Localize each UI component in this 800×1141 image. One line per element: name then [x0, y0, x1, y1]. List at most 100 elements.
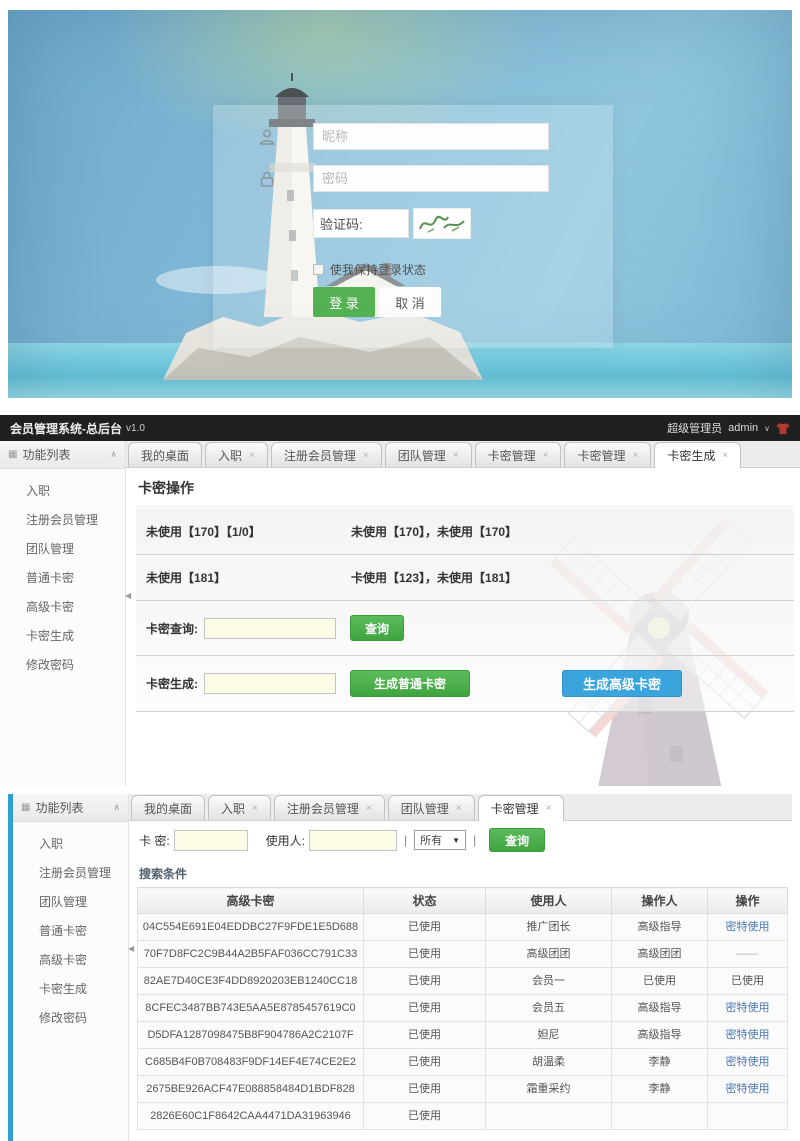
tab-card-manage-1[interactable]: 卡密管理×	[475, 442, 562, 467]
tab-desktop[interactable]: 我的桌面	[131, 795, 205, 820]
col-status[interactable]: 状态	[364, 888, 486, 914]
tab-card-generate[interactable]: 卡密生成×	[654, 442, 741, 468]
chevron-up-icon[interactable]: ∧	[113, 802, 120, 813]
separator: |	[473, 833, 476, 847]
card-key: 2675BE926ACF47E088858484D1BDF828	[138, 1076, 364, 1103]
tab-close-icon[interactable]: ×	[456, 803, 462, 814]
chevron-up-icon[interactable]: ∧	[110, 449, 117, 460]
sidebar-header[interactable]: ▦ 功能列表 ∧	[0, 441, 125, 469]
tab-close-icon[interactable]: ×	[632, 450, 638, 461]
table-row: 70F7D8FC2C9B44A2B5FAF036CC791C33 已使用 高级团…	[138, 941, 788, 968]
card-key: 70F7D8FC2C9B44A2B5FAF036CC791C33	[138, 941, 364, 968]
tab-teams[interactable]: 团队管理×	[385, 442, 472, 467]
sidebar-item-change-password[interactable]: 修改密码	[26, 651, 125, 680]
card-status: 已使用	[364, 1022, 486, 1049]
stats-row-1: 未使用【170】【1/0】 未使用【170】，未使用【170】	[136, 509, 794, 555]
stats-2-left: 未使用【181】	[146, 569, 351, 586]
separator: |	[404, 833, 407, 847]
card-filter-input[interactable]	[174, 830, 248, 851]
sidebar-item-advanced-cards[interactable]: 高级卡密	[39, 946, 128, 975]
card-key: 82AE7D40CE3F4DD8920203EB1240CC18	[138, 968, 364, 995]
sidebar-item-card-generate[interactable]: 卡密生成	[26, 622, 125, 651]
stats-1-left: 未使用【170】【1/0】	[146, 523, 351, 540]
tab-teams[interactable]: 团队管理×	[388, 795, 475, 820]
shirt-icon[interactable]	[776, 422, 790, 435]
col-user[interactable]: 使用人	[486, 888, 612, 914]
collapse-left-icon[interactable]: ◀	[129, 944, 134, 953]
tab-close-icon[interactable]: ×	[363, 450, 369, 461]
dropdown-icon: ▼	[452, 836, 460, 845]
card-generate-content: 卡密操作 未使用【170】【1/0】 未使用【170】，未使用【170】 未使用…	[126, 468, 800, 786]
card-action-link[interactable]: 密特使用	[708, 1022, 788, 1049]
card-query-row: 卡密查询: 查询	[136, 601, 794, 656]
col-advanced-card[interactable]: 高级卡密	[138, 888, 364, 914]
admin-panel-card-generate: 会员管理系统-总后台 v1.0 超级管理员 admin ∨ ▦ 功能列表 ∧ 入…	[0, 415, 800, 786]
sidebar-item-teams[interactable]: 团队管理	[39, 888, 128, 917]
col-action[interactable]: 操作	[708, 888, 788, 914]
card-operator: 高级指导	[612, 995, 708, 1022]
tab-close-icon[interactable]: ×	[252, 803, 258, 814]
card-action-link[interactable]: 密特使用	[708, 1076, 788, 1103]
card-action-link[interactable]: 密特使用	[708, 995, 788, 1022]
sidebar-item-normal-cards[interactable]: 普通卡密	[26, 564, 125, 593]
tab-onboarding[interactable]: 入职×	[205, 442, 268, 467]
app-topbar: 会员管理系统-总后台 v1.0 超级管理员 admin ∨	[0, 415, 800, 441]
sidebar-item-members[interactable]: 注册会员管理	[39, 859, 128, 888]
card-key: 2826E60C1F8642CAA4471DA31963946	[138, 1103, 364, 1130]
table-row: D5DFA1287098475B8F904786A2C2107F 已使用 妲尼 …	[138, 1022, 788, 1049]
vignette	[8, 10, 792, 398]
tab-close-icon[interactable]: ×	[722, 450, 728, 461]
stats-2-right: 卡使用【123】，未使用【181】	[351, 569, 517, 586]
card-key: C685B4F0B708483F9DF14EF4E74CE2E2	[138, 1049, 364, 1076]
search-button[interactable]: 查询	[489, 828, 545, 852]
card-key: D5DFA1287098475B8F904786A2C2107F	[138, 1022, 364, 1049]
tab-close-icon[interactable]: ×	[546, 803, 552, 814]
sidebar-item-normal-cards[interactable]: 普通卡密	[39, 917, 128, 946]
sidebar-item-onboarding[interactable]: 入职	[39, 830, 128, 859]
card-query-input[interactable]	[204, 618, 336, 639]
tab-desktop[interactable]: 我的桌面	[128, 442, 202, 467]
tab-members[interactable]: 注册会员管理×	[271, 442, 382, 467]
card-status: 已使用	[364, 1049, 486, 1076]
card-status: 已使用	[364, 995, 486, 1022]
generate-advanced-button[interactable]: 生成高级卡密	[562, 670, 682, 697]
user-filter-input[interactable]	[309, 830, 397, 851]
card-key: 8CFEC3487BB743E5AA5E8785457619C0	[138, 995, 364, 1022]
card-action-link[interactable]: 密特使用	[708, 1049, 788, 1076]
sidebar-item-members[interactable]: 注册会员管理	[26, 506, 125, 535]
card-query-button[interactable]: 查询	[350, 615, 404, 641]
sidebar-item-change-password[interactable]: 修改密码	[39, 1004, 128, 1033]
sidebar-item-card-generate[interactable]: 卡密生成	[39, 975, 128, 1004]
sidebar-header[interactable]: ▦ 功能列表 ∧	[13, 794, 128, 822]
chevron-down-icon[interactable]: ∨	[764, 424, 770, 433]
tab-onboarding[interactable]: 入职×	[208, 795, 271, 820]
card-status: 已使用	[364, 968, 486, 995]
login-screen: 使我保持登录状态 登 录 取 消	[8, 10, 792, 398]
col-operator[interactable]: 操作人	[612, 888, 708, 914]
status-select-value: 所有	[420, 832, 442, 848]
card-generate-input[interactable]	[204, 673, 336, 694]
table-row: 2826E60C1F8642CAA4471DA31963946 已使用	[138, 1103, 788, 1130]
tab-close-icon[interactable]: ×	[366, 803, 372, 814]
sidebar-item-teams[interactable]: 团队管理	[26, 535, 125, 564]
grid-icon: ▦	[8, 449, 17, 460]
card-table: 高级卡密 状态 使用人 操作人 操作 04C554E691E04EDDBC27F…	[137, 887, 788, 1130]
card-action-link[interactable]: 密特使用	[708, 914, 788, 941]
card-user: 霜重采约	[486, 1076, 612, 1103]
status-select[interactable]: 所有 ▼	[414, 830, 466, 850]
tab-card-manage[interactable]: 卡密管理×	[478, 795, 565, 821]
tab-members[interactable]: 注册会员管理×	[274, 795, 385, 820]
user-name[interactable]: admin	[728, 422, 758, 434]
collapse-left-icon[interactable]: ◀	[125, 591, 131, 600]
card-status: 已使用	[364, 941, 486, 968]
user-filter-label: 使用人:	[266, 832, 305, 849]
tab-card-manage-2[interactable]: 卡密管理×	[564, 442, 651, 467]
sidebar-item-advanced-cards[interactable]: 高级卡密	[26, 593, 125, 622]
tab-close-icon[interactable]: ×	[453, 450, 459, 461]
card-key: 04C554E691E04EDDBC27F9FDE1E5D688	[138, 914, 364, 941]
tab-close-icon[interactable]: ×	[543, 450, 549, 461]
generate-normal-button[interactable]: 生成普通卡密	[350, 670, 470, 697]
sidebar-item-onboarding[interactable]: 入职	[26, 477, 125, 506]
table-row: 2675BE926ACF47E088858484D1BDF828 已使用 霜重采…	[138, 1076, 788, 1103]
tab-close-icon[interactable]: ×	[249, 450, 255, 461]
